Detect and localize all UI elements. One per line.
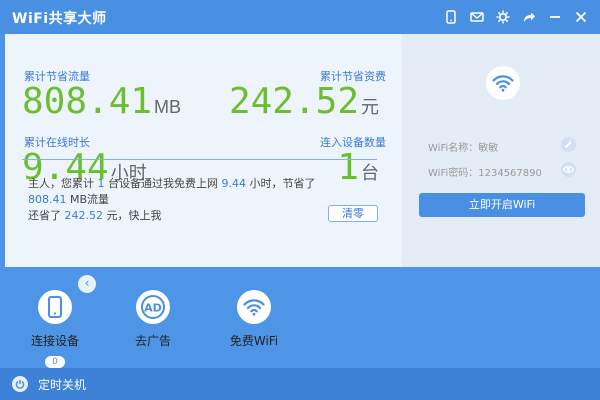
summary-text: 主人，您累计 [28,177,94,190]
ad-icon: AD [136,290,170,324]
summary-hours: 9.44 [221,177,247,190]
connect-devices-label: 连接设备 [30,334,79,348]
mail-icon[interactable] [466,6,488,28]
free-wifi-tool[interactable]: 免费WiFi [214,290,294,349]
eye-icon[interactable] [561,162,576,177]
summary-text: 元，快上我 [106,209,162,222]
traffic-saved-number: 808.41 [22,81,153,122]
money-saved-unit: 元 [361,97,379,117]
money-saved-number: 242.52 [228,81,359,122]
traffic-saved-value: 808.41 MB [22,82,181,127]
phone-icon[interactable] [440,6,462,28]
wifi-icon [237,290,271,324]
share-icon[interactable] [518,6,540,28]
close-icon[interactable] [570,6,592,28]
title-bar-controls [440,6,592,28]
footer-bar [0,368,600,400]
summary-devices: 1 [97,177,105,190]
minimize-icon[interactable] [544,6,566,28]
connected-count-badge: 0 [45,356,65,368]
remove-ads-label: 去广告 [134,334,171,348]
phone-icon [38,290,72,324]
start-wifi-button[interactable]: 立即开启WiFi [419,193,585,217]
ad-icon-text: AD [144,302,162,315]
wifi-password: WiFi密码：1234567890 [428,168,542,179]
summary-text: 小时，节省了 [249,177,316,190]
stats-divider [22,159,377,160]
summary-text: 台设备通过我免费上网 [108,177,218,190]
money-saved-value: 242.52 元 [229,82,379,127]
power-icon[interactable] [12,376,28,392]
devices-number: 1 [337,147,359,188]
connect-devices-tool[interactable]: 连接设备 0 [15,290,95,368]
summary-money: 242.52 [64,209,104,222]
summary-text: 还省了 [28,209,61,222]
wifi-icon [486,66,520,100]
app-title: WiFi共享大师 [12,11,107,27]
clear-button[interactable]: 清零 [328,205,378,222]
title-bar: WiFi共享大师 [0,0,600,34]
summary-text: MB流量 [70,193,110,206]
devices-value: 1台 [337,148,379,193]
summary-traffic: 808.41 [28,193,67,206]
settings-icon[interactable] [492,6,514,28]
remove-ads-tool[interactable]: AD 去广告 [113,290,193,349]
scheduled-shutdown-label[interactable]: 定时关机 [38,376,86,393]
free-wifi-label: 免费WiFi [229,334,279,348]
devices-unit: 台 [361,163,379,183]
usage-summary: 主人，您累计 1 台设备通过我免费上网 9.44 小时，节省了 808.41 M… [28,176,338,224]
edit-icon[interactable] [561,137,576,152]
wifi-name: WiFi名称：敏敏 [428,143,499,154]
traffic-saved-unit: MB [154,97,182,117]
